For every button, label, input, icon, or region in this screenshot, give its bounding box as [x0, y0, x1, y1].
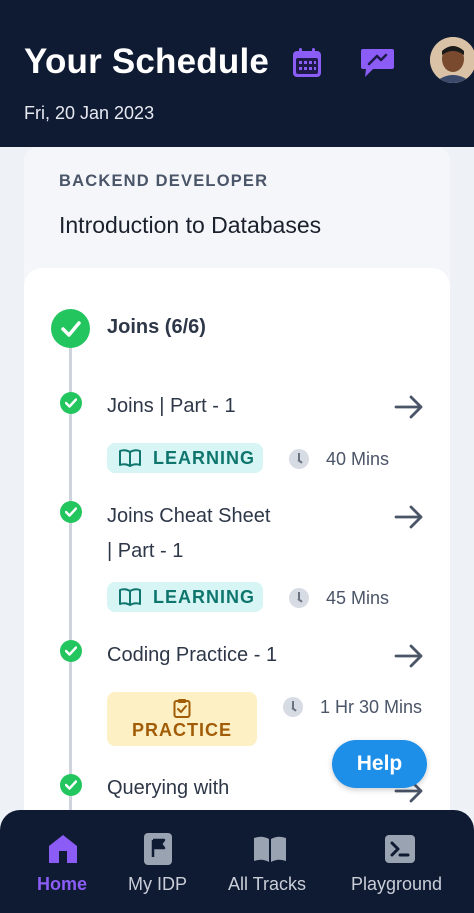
tag-label: PRACTICE [131, 719, 232, 740]
nav-label: Playground [351, 874, 443, 894]
user-avatar[interactable] [430, 37, 474, 83]
item-duration: 45 Mins [326, 588, 390, 608]
nav-item-home[interactable]: Home [20, 810, 106, 913]
learning-tag: LEARNING [107, 582, 263, 612]
clock-icon [283, 697, 303, 717]
learning-tag: LEARNING [107, 443, 263, 473]
practice-tag: PRACTICE [107, 692, 257, 746]
module-complete-check-icon [51, 309, 90, 348]
tag-label: LEARNING [153, 586, 255, 607]
item-title-line2[interactable]: | Part - 1 [107, 534, 183, 569]
terminal-icon [385, 835, 415, 863]
clipboard-check-icon [173, 698, 191, 718]
item-title[interactable]: Joins Cheat Sheet [107, 499, 270, 534]
nav-item-all-tracks[interactable]: All Tracks [222, 810, 318, 913]
item-title[interactable]: Coding Practice - 1 [107, 638, 277, 673]
arrow-right-icon[interactable] [394, 643, 424, 669]
module-title[interactable]: Joins (6/6) [107, 316, 206, 339]
nav-label: All Tracks [228, 874, 307, 894]
clock-icon [289, 588, 309, 608]
item-complete-check-icon [60, 774, 82, 796]
book-icon [254, 836, 286, 862]
current-date: Fri, 20 Jan 2023 [24, 103, 155, 123]
book-icon [119, 588, 141, 606]
item-title[interactable]: Joins | Part - 1 [107, 389, 236, 424]
arrow-right-icon[interactable] [394, 504, 424, 530]
arrow-right-icon[interactable] [394, 394, 424, 420]
home-icon [49, 835, 77, 863]
course-title: Introduction to Databases [59, 212, 322, 238]
item-complete-check-icon [60, 501, 82, 523]
tag-label: LEARNING [153, 447, 255, 468]
item-complete-check-icon [60, 392, 82, 414]
book-icon [119, 449, 141, 467]
track-label: BACKEND DEVELOPER [59, 172, 269, 190]
app-header: Your Schedule Fri, 20 Jan 2023 [0, 0, 474, 147]
nav-label: My IDP [128, 874, 188, 894]
item-complete-check-icon [60, 640, 82, 662]
nav-label: Home [37, 874, 88, 894]
page-title: Your Schedule [24, 42, 270, 81]
item-title[interactable]: Querying with [107, 771, 229, 806]
calendar-icon[interactable] [292, 48, 322, 78]
item-duration: 1 Hr 30 Mins [320, 697, 423, 717]
nav-item-playground[interactable]: Playground [345, 810, 455, 913]
bottom-nav: Home My IDP All Tracks Playground [0, 810, 474, 913]
flag-icon [144, 833, 172, 865]
clock-icon [289, 449, 309, 469]
nav-item-my-idp[interactable]: My IDP [118, 810, 200, 913]
chat-icon[interactable] [359, 47, 395, 79]
help-button[interactable]: Help [332, 740, 427, 788]
item-duration: 40 Mins [326, 449, 390, 469]
